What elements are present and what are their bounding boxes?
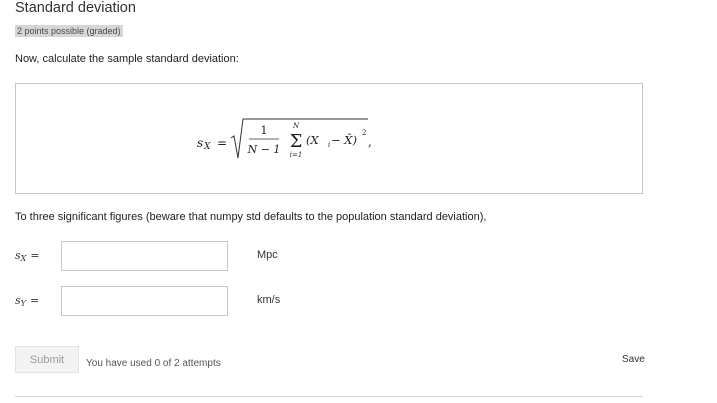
term-mid: − X̄) [331,133,357,147]
sy-unit: km/s [257,294,281,306]
problem-title: Standard deviation [15,0,136,16]
sx-sub: X [20,254,27,263]
term-open-sub: i [328,141,330,149]
fraction-denominator: N − 1 [247,143,281,156]
sum-lower-limit: i=1 [290,151,303,159]
formula-lhs: s [197,136,203,150]
term-exponent: 2 [362,129,366,137]
formula-trailing-comma: , [368,135,372,149]
sx-equals: = [30,249,40,262]
fraction-numerator: 1 [261,124,268,137]
points-badge: 2 points possible (graded) [15,25,123,37]
formula-equals: = [217,136,227,150]
sy-label: sY = [15,294,39,308]
sy-equals: = [29,294,40,307]
sy-sub: Y [20,299,26,308]
sum-upper-limit: N [292,122,300,130]
sx-label: sX = [15,249,40,263]
sx-input[interactable] [61,241,228,271]
formula-lhs-sub: X [203,142,211,152]
section-divider [15,396,643,397]
submit-button[interactable]: Submit [15,346,79,373]
answer-instructions: To three significant figures (beware tha… [15,211,487,223]
std-formula: s X = 1 N − 1 N Σ i=1 (X i − X̄) 2 , [197,118,372,159]
attempts-counter: You have used 0 of 2 attempts [86,358,221,369]
problem-prompt: Now, calculate the sample standard devia… [15,53,239,65]
term-open: (X [306,133,319,147]
save-button[interactable]: Save [622,354,645,365]
formula-box: s X = 1 N − 1 N Σ i=1 (X i − X̄) 2 , [15,83,643,194]
sx-unit: Mpc [257,249,278,261]
sy-input[interactable] [61,286,228,316]
sum-symbol: Σ [290,131,303,152]
